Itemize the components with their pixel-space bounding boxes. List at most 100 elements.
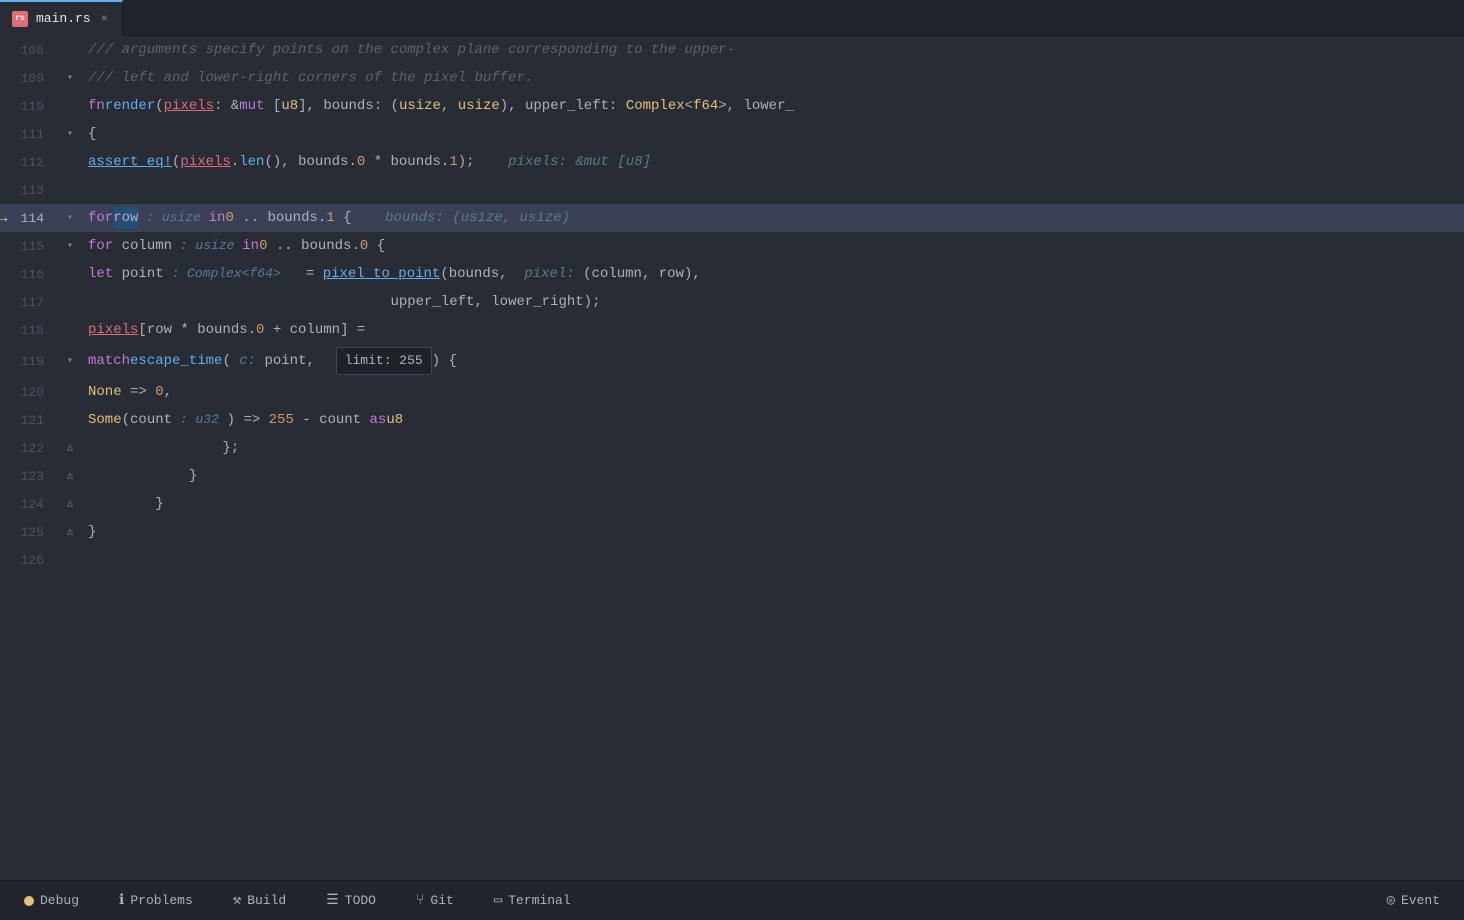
code-content[interactable]: /// left and lower-right corners of the … [80, 64, 1464, 92]
fold-gutter[interactable]: ▾ [60, 344, 80, 378]
fold-gutter[interactable]: ▾ [60, 204, 80, 232]
fold-icon[interactable]: △ [67, 498, 73, 510]
fold-gutter[interactable]: ▾ [60, 120, 80, 148]
line-number: 108 [0, 36, 60, 64]
code-line: 117 upper_left, lower_right); [0, 288, 1464, 316]
line-number: 116 [0, 260, 60, 288]
code-content[interactable] [80, 546, 1464, 574]
code-content[interactable]: Some(count : u32 ) => 255 - count as u8 [80, 406, 1464, 434]
fold-gutter[interactable]: △ [60, 490, 80, 518]
code-line: 110 fn render(pixels: &mut [u8], bounds: … [0, 92, 1464, 120]
code-content[interactable]: fn render(pixels: &mut [u8], bounds: (us… [80, 92, 1464, 120]
fold-icon[interactable]: ▾ [67, 72, 73, 84]
code-line: →114 ▾ for row : usize in 0 .. bounds.1 {… [0, 204, 1464, 232]
debug-icon [24, 896, 34, 906]
tab-bar: rs main.rs × [0, 0, 1464, 36]
code-line: 109 ▾ /// left and lower-right corners of … [0, 64, 1464, 92]
code-content[interactable]: assert_eq!(pixels.len(), bounds.0 * boun… [80, 148, 1464, 176]
debug-label: Debug [40, 893, 79, 908]
fold-icon[interactable]: △ [67, 526, 73, 538]
todo-icon: ☰ [326, 892, 339, 909]
code-content[interactable]: for column : usize in 0 .. bounds.0 { [80, 232, 1464, 260]
code-container: 108 /// arguments specify points on the c… [0, 36, 1464, 880]
code-content[interactable]: /// arguments specify points on the comp… [80, 36, 1464, 64]
code-line: 111▾{ [0, 120, 1464, 148]
fold-gutter [60, 176, 80, 204]
line-number: 123 [0, 462, 60, 490]
line-number: 122 [0, 434, 60, 462]
fold-icon[interactable]: ▾ [67, 240, 73, 252]
fold-gutter [60, 36, 80, 64]
line-number: 113 [0, 176, 60, 204]
code-line: 121 Some(count : u32 ) => 255 - count as… [0, 406, 1464, 434]
fold-icon[interactable]: ▾ [67, 212, 73, 224]
code-content[interactable]: None => 0, [80, 378, 1464, 406]
git-icon: ⑂ [416, 893, 424, 909]
line-number: 117 [0, 288, 60, 316]
status-bar: Debug ℹ Problems ⚒ Build ☰ TODO ⑂ Git ▭ … [0, 880, 1464, 920]
event-status[interactable]: ◎ Event [1379, 888, 1448, 913]
line-number: →114 [0, 204, 60, 232]
code-line: 122 △ }; [0, 434, 1464, 462]
line-number: 126 [0, 546, 60, 574]
git-status[interactable]: ⑂ Git [408, 889, 462, 913]
code-line: 120 None => 0, [0, 378, 1464, 406]
fold-gutter[interactable]: ▾ [60, 64, 80, 92]
todo-status[interactable]: ☰ TODO [318, 888, 384, 913]
fold-gutter [60, 260, 80, 288]
line-number: 109 [0, 64, 60, 92]
code-content[interactable]: for row : usize in 0 .. bounds.1 { bound… [80, 204, 1464, 232]
code-content[interactable]: pixels[row * bounds.0 + column] = [80, 316, 1464, 344]
code-content[interactable]: } [80, 490, 1464, 518]
line-number: 119 [0, 344, 60, 378]
code-content[interactable]: } [80, 462, 1464, 490]
debug-status[interactable]: Debug [16, 889, 87, 912]
terminal-label: Terminal [508, 893, 570, 908]
line-number: 110 [0, 92, 60, 120]
fold-gutter [60, 546, 80, 574]
code-line: 126 [0, 546, 1464, 574]
code-line: 115▾ for column : usize in 0 .. bounds.0… [0, 232, 1464, 260]
build-label: Build [247, 893, 286, 908]
code-line: 124 △ } [0, 490, 1464, 518]
fold-icon[interactable]: △ [67, 470, 73, 482]
code-content[interactable]: let point : Complex<f64> = pixel_to_poin… [80, 260, 1464, 288]
fold-gutter [60, 378, 80, 406]
code-line: 123 △ } [0, 462, 1464, 490]
tab-main-rs[interactable]: rs main.rs × [0, 0, 123, 36]
editor-area: 108 /// arguments specify points on the c… [0, 36, 1464, 880]
fold-gutter [60, 148, 80, 176]
fold-gutter[interactable]: ▾ [60, 232, 80, 260]
code-content[interactable]: }; [80, 434, 1464, 462]
code-content[interactable] [80, 176, 1464, 204]
code-line: 118 pixels[row * bounds.0 + column] = [0, 316, 1464, 344]
fold-gutter [60, 288, 80, 316]
rust-file-icon: rs [12, 11, 28, 27]
tab-close-button[interactable]: × [99, 10, 110, 28]
code-line: 113 [0, 176, 1464, 204]
fold-gutter[interactable]: △ [60, 434, 80, 462]
code-content[interactable]: { [80, 120, 1464, 148]
fold-icon[interactable]: ▾ [67, 355, 73, 367]
fold-gutter [60, 316, 80, 344]
code-content[interactable]: match escape_time( c: point, limit: 255)… [80, 344, 1464, 378]
line-number: 124 [0, 490, 60, 518]
event-label: Event [1401, 893, 1440, 908]
terminal-status[interactable]: ▭ Terminal [486, 888, 579, 913]
problems-label: Problems [130, 893, 192, 908]
terminal-icon: ▭ [494, 892, 502, 909]
fold-gutter[interactable]: △ [60, 462, 80, 490]
fold-gutter[interactable]: △ [60, 518, 80, 546]
problems-status[interactable]: ℹ Problems [111, 888, 201, 913]
line-number: 120 [0, 378, 60, 406]
code-content[interactable]: } [80, 518, 1464, 546]
build-status[interactable]: ⚒ Build [225, 888, 294, 913]
debug-arrow-icon: → [0, 209, 8, 227]
code-content[interactable]: upper_left, lower_right); [80, 288, 1464, 316]
git-label: Git [430, 893, 453, 908]
fold-gutter [60, 406, 80, 434]
fold-icon[interactable]: △ [67, 442, 73, 454]
tab-filename: main.rs [36, 11, 91, 26]
fold-icon[interactable]: ▾ [67, 128, 73, 140]
line-number: 118 [0, 316, 60, 344]
